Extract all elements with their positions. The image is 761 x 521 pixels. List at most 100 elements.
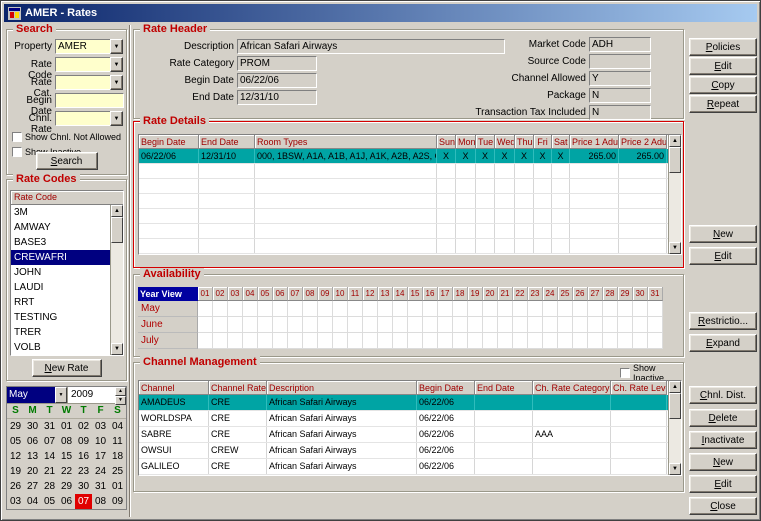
calendar-day[interactable]: 21 xyxy=(41,464,58,479)
availability-cell[interactable] xyxy=(318,333,333,349)
search-button[interactable]: Search xyxy=(36,152,98,170)
availability-cell[interactable] xyxy=(543,317,558,333)
calendar-day[interactable]: 30 xyxy=(75,479,92,494)
month-select[interactable]: May ▼ xyxy=(7,387,68,403)
calendar-day[interactable]: 25 xyxy=(109,464,126,479)
begin-date-header-field[interactable]: 06/22/06 xyxy=(237,73,317,88)
edit-header-button[interactable]: Edit xyxy=(689,57,757,75)
calendar-day[interactable]: 09 xyxy=(75,434,92,449)
availability-cell[interactable] xyxy=(258,301,273,317)
availability-cell[interactable] xyxy=(588,333,603,349)
availability-cell[interactable] xyxy=(303,333,318,349)
calendar-day[interactable]: 02 xyxy=(75,419,92,434)
calendar-day[interactable]: 29 xyxy=(58,479,75,494)
availability-cell[interactable] xyxy=(633,317,648,333)
scroll-track[interactable] xyxy=(669,393,681,463)
expand-button[interactable]: Expand xyxy=(689,334,757,352)
edit-detail-button[interactable]: Edit xyxy=(689,247,757,265)
scroll-up-icon[interactable]: ▲ xyxy=(669,381,681,393)
availability-cell[interactable] xyxy=(393,317,408,333)
package-field[interactable]: N xyxy=(589,88,651,103)
availability-cell[interactable] xyxy=(408,333,423,349)
availability-cell[interactable] xyxy=(483,301,498,317)
rate-code-item[interactable]: RRT xyxy=(11,295,123,310)
availability-cell[interactable] xyxy=(528,317,543,333)
availability-cell[interactable] xyxy=(558,317,573,333)
calendar-day[interactable]: 13 xyxy=(24,449,41,464)
availability-cell[interactable] xyxy=(573,333,588,349)
availability-cell[interactable] xyxy=(648,301,663,317)
availability-cell[interactable] xyxy=(213,301,228,317)
availability-cell[interactable] xyxy=(573,317,588,333)
calendar-day[interactable]: 15 xyxy=(58,449,75,464)
availability-cell[interactable] xyxy=(198,333,213,349)
repeat-button[interactable]: Repeat xyxy=(689,95,757,113)
availability-cell[interactable] xyxy=(618,301,633,317)
availability-cell[interactable] xyxy=(198,301,213,317)
availability-cell[interactable] xyxy=(258,317,273,333)
rate-code-dropdown-button[interactable]: ▼ xyxy=(110,57,123,72)
rate-code-item[interactable]: CREWAFRI xyxy=(11,250,123,265)
new-detail-button[interactable]: New xyxy=(689,225,757,243)
restrictions-button[interactable]: Restrictio... xyxy=(689,312,757,330)
spin-up-icon[interactable]: ▲ xyxy=(115,387,126,396)
availability-cell[interactable] xyxy=(498,317,513,333)
availability-cell[interactable] xyxy=(363,301,378,317)
rate-details-empty-row[interactable] xyxy=(139,164,681,179)
rate-code-input[interactable] xyxy=(55,57,111,72)
availability-cell[interactable] xyxy=(603,333,618,349)
availability-cell[interactable] xyxy=(318,317,333,333)
availability-cell[interactable] xyxy=(603,317,618,333)
calendar-day[interactable]: 17 xyxy=(92,449,109,464)
rate-details-row[interactable]: 06/22/0612/31/10000, 1BSW, A1A, A1B, A1J… xyxy=(139,149,681,164)
property-input[interactable] xyxy=(55,39,111,54)
calendar-day[interactable]: 08 xyxy=(58,434,75,449)
availability-cell[interactable] xyxy=(648,317,663,333)
scroll-thumb[interactable] xyxy=(669,393,681,419)
availability-cell[interactable] xyxy=(363,333,378,349)
availability-cell[interactable] xyxy=(423,333,438,349)
availability-cell[interactable] xyxy=(453,317,468,333)
calendar-day[interactable]: 11 xyxy=(109,434,126,449)
availability-cell[interactable] xyxy=(333,333,348,349)
availability-cell[interactable] xyxy=(498,301,513,317)
availability-cell[interactable] xyxy=(453,301,468,317)
calendar-day[interactable]: 04 xyxy=(109,419,126,434)
property-dropdown-button[interactable]: ▼ xyxy=(110,39,123,54)
chnl-dist-button[interactable]: Chnl. Dist. xyxy=(689,386,757,404)
availability-cell[interactable] xyxy=(468,317,483,333)
availability-cell[interactable] xyxy=(258,333,273,349)
rate-code-item[interactable]: VOLB xyxy=(11,340,123,355)
availability-cell[interactable] xyxy=(408,317,423,333)
availability-cell[interactable] xyxy=(273,333,288,349)
calendar-day[interactable]: 24 xyxy=(92,464,109,479)
begin-date-input[interactable] xyxy=(55,93,124,108)
availability-cell[interactable] xyxy=(273,301,288,317)
rate-details-empty-row[interactable] xyxy=(139,209,681,224)
transaction-tax-field[interactable]: N xyxy=(589,105,651,120)
copy-button[interactable]: Copy xyxy=(689,76,757,94)
month-dropdown-icon[interactable]: ▼ xyxy=(55,387,67,403)
calendar-day[interactable]: 31 xyxy=(92,479,109,494)
availability-cell[interactable] xyxy=(513,301,528,317)
calendar-day[interactable]: 01 xyxy=(58,419,75,434)
channel-scrollbar[interactable]: ▲ ▼ xyxy=(668,381,681,475)
rate-code-item[interactable]: LAUDI xyxy=(11,280,123,295)
calendar-day[interactable]: 10 xyxy=(92,434,109,449)
availability-cell[interactable] xyxy=(618,317,633,333)
scroll-thumb[interactable] xyxy=(111,217,123,243)
availability-cell[interactable] xyxy=(498,333,513,349)
availability-cell[interactable] xyxy=(588,301,603,317)
scroll-down-icon[interactable]: ▼ xyxy=(669,242,681,254)
calendar-day[interactable]: 09 xyxy=(109,494,126,509)
availability-cell[interactable] xyxy=(393,333,408,349)
availability-cell[interactable] xyxy=(303,317,318,333)
availability-cell[interactable] xyxy=(648,333,663,349)
channel-row[interactable]: AMADEUSCREAfrican Safari Airways06/22/06 xyxy=(139,395,681,411)
availability-cell[interactable] xyxy=(558,301,573,317)
calendar-day[interactable]: 22 xyxy=(58,464,75,479)
availability-cell[interactable] xyxy=(438,333,453,349)
rate-details-empty-row[interactable] xyxy=(139,239,681,254)
rate-code-item[interactable]: TRER xyxy=(11,325,123,340)
channel-allowed-field[interactable]: Y xyxy=(589,71,651,86)
